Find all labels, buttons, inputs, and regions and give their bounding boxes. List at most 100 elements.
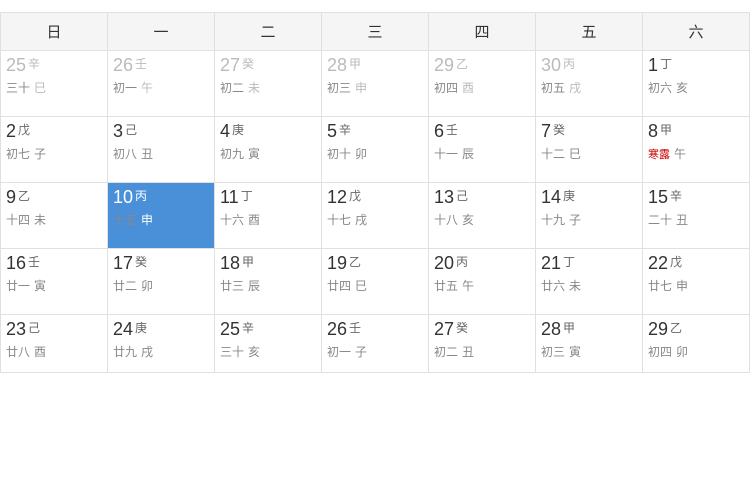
calendar-day-cell[interactable]: 1丁初六亥 bbox=[643, 51, 750, 117]
earthly-branch: 丑 bbox=[676, 211, 688, 228]
heavenly-stem: 癸 bbox=[135, 253, 147, 271]
day-number: 13 bbox=[434, 187, 454, 209]
heavenly-stem: 丁 bbox=[241, 187, 253, 205]
lunar-date: 廿九 bbox=[113, 343, 137, 360]
calendar-day-cell[interactable]: 25辛三十巳 bbox=[1, 51, 108, 117]
lunar-date: 初十 bbox=[327, 145, 351, 162]
calendar-day-cell[interactable]: 18甲廿三辰 bbox=[215, 249, 322, 315]
calendar-day-cell[interactable]: 13己十八亥 bbox=[429, 183, 536, 249]
calendar-day-cell[interactable]: 3己初八丑 bbox=[108, 117, 215, 183]
day-number: 15 bbox=[648, 187, 668, 209]
calendar-day-cell[interactable]: 12戊十七戌 bbox=[322, 183, 429, 249]
calendar-day-cell[interactable]: 11丁十六酉 bbox=[215, 183, 322, 249]
lunar-date: 廿七 bbox=[648, 277, 672, 294]
calendar-day-cell[interactable]: 14庚十九子 bbox=[536, 183, 643, 249]
calendar-day-cell[interactable]: 29乙初四卯 bbox=[643, 315, 750, 373]
earthly-branch: 卯 bbox=[355, 145, 367, 162]
lunar-date: 十一 bbox=[434, 145, 458, 162]
lunar-date: 初九 bbox=[220, 145, 244, 162]
day-number: 3 bbox=[113, 121, 123, 143]
day-number: 28 bbox=[327, 55, 347, 77]
calendar-day-cell[interactable]: 15辛二十丑 bbox=[643, 183, 750, 249]
day-number: 5 bbox=[327, 121, 337, 143]
earthly-branch: 寅 bbox=[34, 277, 46, 294]
calendar-week-row: 16壬廿一寅17癸廿二卯18甲廿三辰19乙廿四巳20丙廿五午21丁廿六未22戊廿… bbox=[1, 249, 750, 315]
lunar-date: 初四 bbox=[434, 79, 458, 96]
earthly-branch: 酉 bbox=[462, 79, 474, 96]
earthly-branch: 午 bbox=[462, 277, 474, 294]
day-number: 19 bbox=[327, 253, 347, 275]
heavenly-stem: 癸 bbox=[242, 55, 254, 73]
weekday-header: 二 bbox=[215, 13, 322, 51]
earthly-branch: 子 bbox=[34, 145, 46, 162]
day-number: 27 bbox=[434, 319, 454, 341]
calendar-day-cell[interactable]: 16壬廿一寅 bbox=[1, 249, 108, 315]
heavenly-stem: 庚 bbox=[563, 187, 575, 205]
earthly-branch: 辰 bbox=[462, 145, 474, 162]
heavenly-stem: 己 bbox=[28, 319, 40, 337]
heavenly-stem: 丙 bbox=[563, 55, 575, 73]
calendar-day-cell[interactable]: 19乙廿四巳 bbox=[322, 249, 429, 315]
calendar-day-cell[interactable]: 28甲初三申 bbox=[322, 51, 429, 117]
lunar-date: 十四 bbox=[6, 211, 30, 228]
calendar-day-cell[interactable]: 26壬初一午 bbox=[108, 51, 215, 117]
calendar-day-cell[interactable]: 5辛初十卯 bbox=[322, 117, 429, 183]
calendar-day-cell[interactable]: 2戊初七子 bbox=[1, 117, 108, 183]
earthly-branch: 戌 bbox=[569, 79, 581, 96]
day-number: 25 bbox=[220, 319, 240, 341]
calendar-day-cell[interactable]: 6壬十一辰 bbox=[429, 117, 536, 183]
heavenly-stem: 甲 bbox=[563, 319, 575, 337]
calendar-day-cell[interactable]: 4庚初九寅 bbox=[215, 117, 322, 183]
earthly-branch: 亥 bbox=[462, 211, 474, 228]
calendar-day-cell[interactable]: 26壬初一子 bbox=[322, 315, 429, 373]
earthly-branch: 丑 bbox=[462, 343, 474, 360]
calendar-day-cell[interactable]: 28甲初三寅 bbox=[536, 315, 643, 373]
weekday-header: 四 bbox=[429, 13, 536, 51]
earthly-branch: 申 bbox=[355, 79, 367, 96]
lunar-date: 廿四 bbox=[327, 277, 351, 294]
calendar-day-cell[interactable]: 23己廿八酉 bbox=[1, 315, 108, 373]
heavenly-stem: 丁 bbox=[660, 55, 672, 73]
calendar-day-cell[interactable]: 30丙初五戌 bbox=[536, 51, 643, 117]
earthly-branch: 卯 bbox=[141, 277, 153, 294]
calendar-day-cell[interactable]: 10丙十五申 bbox=[108, 183, 215, 249]
lunar-date: 初八 bbox=[113, 145, 137, 162]
calendar-day-cell[interactable]: 27癸初二未 bbox=[215, 51, 322, 117]
calendar-day-cell[interactable]: 9乙十四未 bbox=[1, 183, 108, 249]
earthly-branch: 戌 bbox=[141, 343, 153, 360]
day-number: 30 bbox=[541, 55, 561, 77]
calendar-day-cell[interactable]: 21丁廿六未 bbox=[536, 249, 643, 315]
earthly-branch: 子 bbox=[355, 343, 367, 360]
calendar-day-cell[interactable]: 20丙廿五午 bbox=[429, 249, 536, 315]
lunar-date: 初三 bbox=[327, 79, 351, 96]
calendar-day-cell[interactable]: 8甲寒露午 bbox=[643, 117, 750, 183]
earthly-branch: 巳 bbox=[355, 277, 367, 294]
lunar-date: 廿八 bbox=[6, 343, 30, 360]
day-number: 26 bbox=[113, 55, 133, 77]
day-number: 21 bbox=[541, 253, 561, 275]
heavenly-stem: 壬 bbox=[349, 319, 361, 337]
calendar-day-cell[interactable]: 25辛三十亥 bbox=[215, 315, 322, 373]
earthly-branch: 丑 bbox=[141, 145, 153, 162]
heavenly-stem: 甲 bbox=[660, 121, 672, 139]
calendar-day-cell[interactable]: 17癸廿二卯 bbox=[108, 249, 215, 315]
earthly-branch: 辰 bbox=[248, 277, 260, 294]
heavenly-stem: 丙 bbox=[135, 187, 147, 205]
weekday-header: 六 bbox=[643, 13, 750, 51]
day-number: 16 bbox=[6, 253, 26, 275]
earthly-branch: 巳 bbox=[569, 145, 581, 162]
day-number: 8 bbox=[648, 121, 658, 143]
calendar-day-cell[interactable]: 29乙初四酉 bbox=[429, 51, 536, 117]
lunar-date: 三十 bbox=[6, 79, 30, 96]
calendar-day-cell[interactable]: 24庚廿九戌 bbox=[108, 315, 215, 373]
calendar-day-cell[interactable]: 27癸初二丑 bbox=[429, 315, 536, 373]
calendar-day-cell[interactable]: 22戊廿七申 bbox=[643, 249, 750, 315]
heavenly-stem: 癸 bbox=[456, 319, 468, 337]
calendar-day-cell[interactable]: 7癸十二巳 bbox=[536, 117, 643, 183]
lunar-date: 初四 bbox=[648, 343, 672, 360]
earthly-branch: 午 bbox=[674, 145, 686, 162]
heavenly-stem: 甲 bbox=[242, 253, 254, 271]
heavenly-stem: 丙 bbox=[456, 253, 468, 271]
calendar-header bbox=[0, 0, 750, 12]
heavenly-stem: 乙 bbox=[456, 55, 468, 73]
